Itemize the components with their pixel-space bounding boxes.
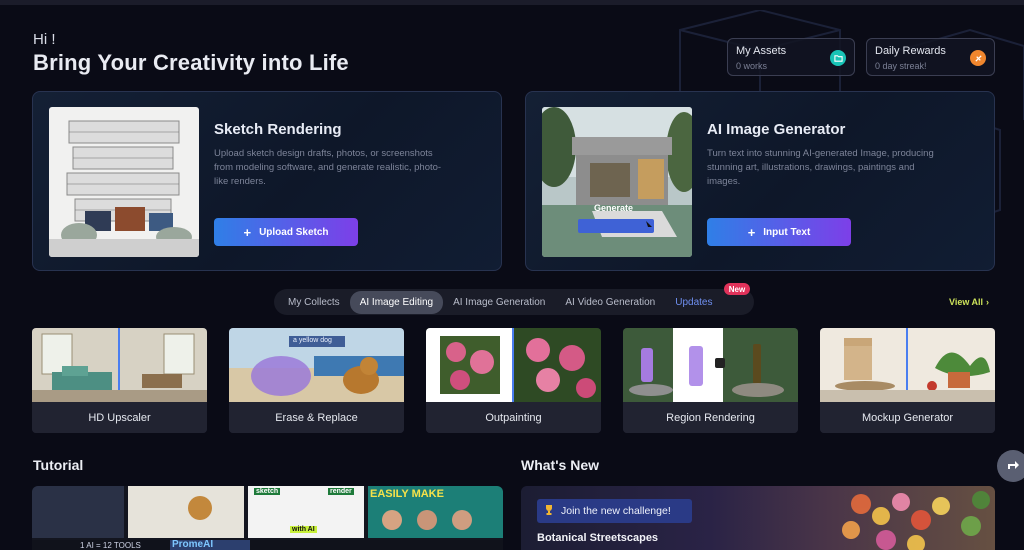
new-badge: New bbox=[724, 283, 750, 295]
tool-outpainting[interactable]: Outpainting bbox=[426, 328, 601, 433]
outpainting-label: Outpainting bbox=[426, 402, 601, 433]
mockup-generator-thumbnail bbox=[820, 328, 995, 402]
whats-new-subtitle: Botanical Streetscapes bbox=[537, 532, 659, 544]
daily-rewards-streak: 0 day streak! bbox=[875, 61, 927, 71]
share-icon bbox=[1006, 457, 1020, 476]
input-text-button[interactable]: + Input Text bbox=[707, 218, 851, 246]
input-text-label: Input Text bbox=[763, 226, 811, 238]
tab-my-collects[interactable]: My Collects bbox=[278, 291, 350, 314]
ai-image-generator-description: Turn text into stunning AI-generated Ima… bbox=[707, 148, 934, 187]
sketch-rendering-thumbnail bbox=[49, 107, 199, 257]
region-rendering-label: Region Rendering bbox=[623, 402, 798, 433]
hd-upscaler-label: HD Upscaler bbox=[32, 402, 207, 433]
my-assets-count: 0 works bbox=[736, 61, 768, 71]
share-button[interactable] bbox=[997, 450, 1024, 482]
tool-hd-upscaler[interactable]: HD Upscaler bbox=[32, 328, 207, 433]
view-all-label: View All bbox=[949, 297, 984, 307]
upload-sketch-label: Upload Sketch bbox=[259, 226, 329, 238]
tab-ai-video-generation[interactable]: AI Video Generation bbox=[555, 291, 665, 314]
erase-replace-prompt: a yellow dog bbox=[293, 337, 332, 344]
tab-updates[interactable]: Updates bbox=[665, 291, 722, 314]
ai-image-generator-thumbnail: Generate bbox=[542, 107, 692, 257]
greeting: Hi ! bbox=[33, 31, 56, 48]
page-headline: Bring Your Creativity into Life bbox=[33, 50, 349, 75]
tutorial-thumb-render: render bbox=[328, 488, 354, 495]
join-challenge-label: Join the new challenge! bbox=[561, 505, 671, 517]
tutorial-thumb-promeai: PromeAI bbox=[172, 539, 214, 550]
ai-image-generator-card: Generate AI Image Generator Turn text in… bbox=[525, 91, 995, 271]
tutorial-thumb-with-ai: with AI bbox=[290, 526, 317, 533]
region-rendering-thumbnail bbox=[623, 328, 798, 402]
hd-upscaler-thumbnail bbox=[32, 328, 207, 402]
join-challenge-button[interactable]: Join the new challenge! bbox=[537, 499, 692, 523]
tool-erase-replace[interactable]: a yellow dog Erase & Replace bbox=[229, 328, 404, 433]
sketch-rendering-description: Upload sketch design drafts, photos, or … bbox=[214, 148, 442, 187]
generate-overlay-label: Generate bbox=[594, 203, 634, 213]
my-assets-card[interactable]: My Assets 0 works bbox=[727, 38, 855, 76]
tab-ai-image-editing[interactable]: AI Image Editing bbox=[349, 290, 444, 314]
category-tabs: My Collects AI Image Editing AI Image Ge… bbox=[274, 289, 754, 315]
whats-new-banner[interactable]: Join the new challenge! Botanical Street… bbox=[521, 486, 995, 550]
tutorial-thumb-sketch: sketch bbox=[254, 488, 281, 495]
tutorial-thumb-easily-make: EASILY MAKE bbox=[370, 488, 444, 500]
outpainting-thumbnail bbox=[426, 328, 601, 402]
tutorial-thumb-tools: 1 AI = 12 TOOLS bbox=[80, 541, 141, 550]
daily-rewards-card[interactable]: Daily Rewards 0 day streak! bbox=[866, 38, 995, 76]
chevron-right-icon: › bbox=[986, 297, 990, 307]
view-all-link[interactable]: View All › bbox=[949, 297, 989, 307]
sketch-rendering-title: Sketch Rendering bbox=[214, 121, 342, 138]
tutorial-carousel[interactable]: sketch render with AI EASILY MAKE 1 AI =… bbox=[32, 486, 503, 550]
whats-new-title: What's New bbox=[521, 457, 600, 473]
tool-region-rendering[interactable]: Region Rendering bbox=[623, 328, 798, 433]
tutorial-title: Tutorial bbox=[33, 457, 84, 473]
folder-icon bbox=[830, 50, 846, 66]
mockup-generator-label: Mockup Generator bbox=[820, 402, 995, 433]
tab-ai-image-generation[interactable]: AI Image Generation bbox=[443, 291, 555, 314]
trophy-icon bbox=[543, 504, 555, 519]
ai-image-generator-title: AI Image Generator bbox=[707, 121, 846, 138]
plus-icon: + bbox=[243, 224, 252, 240]
tool-mockup-generator[interactable]: Mockup Generator bbox=[820, 328, 995, 433]
erase-replace-label: Erase & Replace bbox=[229, 402, 404, 433]
gift-icon bbox=[970, 50, 986, 66]
top-bar bbox=[0, 0, 1024, 5]
sketch-rendering-card: Sketch Rendering Upload sketch design dr… bbox=[32, 91, 502, 271]
plus-icon: + bbox=[747, 224, 756, 240]
upload-sketch-button[interactable]: + Upload Sketch bbox=[214, 218, 358, 246]
